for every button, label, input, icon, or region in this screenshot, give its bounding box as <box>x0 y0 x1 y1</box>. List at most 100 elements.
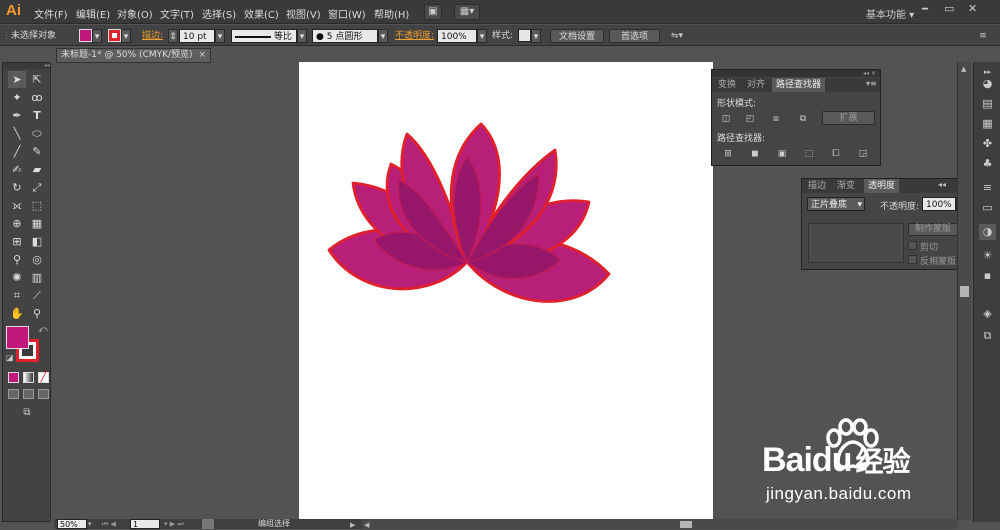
stroke-label[interactable]: 描边: <box>142 29 163 43</box>
none-mode-icon[interactable]: ╱ <box>38 372 49 383</box>
artboard-number-input[interactable]: 1 <box>130 519 160 529</box>
width-tool-icon[interactable]: ⟗ <box>8 197 26 214</box>
minus-front-icon[interactable]: ◰ <box>743 113 757 125</box>
expand-button[interactable]: 扩展 <box>822 111 875 125</box>
transparency-opacity-input[interactable]: 100% <box>922 197 956 211</box>
control-menu-icon[interactable]: ≡ <box>976 29 990 43</box>
gradient-tool-icon[interactable]: ◧ <box>28 233 46 250</box>
rotate-tool-icon[interactable]: ↻ <box>8 179 26 196</box>
menu-type[interactable]: 文字(T) <box>160 6 194 21</box>
fill-swatch[interactable] <box>79 29 92 42</box>
scroll-up-icon[interactable]: ▲ <box>961 65 966 73</box>
draw-behind-icon[interactable] <box>23 389 34 399</box>
trim-icon[interactable]: ◼ <box>748 148 762 160</box>
direct-selection-tool-icon[interactable]: ⇱ <box>28 71 46 88</box>
fill-dropdown-icon[interactable]: ▾ <box>92 29 102 43</box>
paintbrush-tool-icon[interactable]: ╱ <box>8 143 26 160</box>
artboard-tool-icon[interactable]: ⌗ <box>8 287 26 304</box>
pathfinder-menu-icon[interactable]: ▾≡ <box>866 79 877 88</box>
lotus-artwork[interactable] <box>299 62 713 520</box>
magic-wand-tool-icon[interactable]: ✦ <box>8 89 26 106</box>
horizontal-scroll-thumb[interactable] <box>680 521 692 528</box>
artboard[interactable] <box>299 62 713 520</box>
vertical-scroll-thumb[interactable] <box>960 286 969 297</box>
hand-tool-icon[interactable]: ✋ <box>8 305 26 322</box>
arrange-documents-icon[interactable]: ▦▾ <box>454 4 480 20</box>
eraser-tool-icon[interactable]: ▰ <box>28 161 46 178</box>
brush-definition[interactable]: ● 5 点圆形 <box>312 29 378 43</box>
mesh-tool-icon[interactable]: ⊞ <box>8 233 26 250</box>
menu-edit[interactable]: 编辑(E) <box>76 6 110 21</box>
menu-select[interactable]: 选择(S) <box>202 6 236 21</box>
bridge-icon[interactable]: ▣ <box>424 4 442 20</box>
intersect-icon[interactable]: ⧈ <box>769 113 783 125</box>
style-dropdown-icon[interactable]: ▾ <box>531 29 541 43</box>
blend-mode-select[interactable]: 正片叠底 ▾ <box>807 197 865 211</box>
ellipse-tool-icon[interactable]: ⬭ <box>28 125 46 142</box>
symbols-panel-icon[interactable]: ♣ <box>979 156 996 172</box>
opacity-input[interactable]: 100% <box>437 29 477 43</box>
tab-transform[interactable]: 变换 <box>714 78 740 92</box>
document-tab[interactable]: 未标题-1* @ 50% (CMYK/预览) × <box>56 48 211 63</box>
free-transform-tool-icon[interactable]: ⬚ <box>28 197 46 214</box>
screen-mode-icon[interactable]: ⧉ <box>18 407 36 419</box>
stroke-weight-input[interactable]: 10 pt <box>179 29 215 43</box>
tab-transparency[interactable]: 透明度 <box>864 179 900 193</box>
stroke-swatch[interactable] <box>108 29 121 42</box>
menu-help[interactable]: 帮助(H) <box>374 6 409 21</box>
tab-align[interactable]: 对齐 <box>743 78 769 92</box>
opacity-label[interactable]: 不透明度: <box>395 29 434 43</box>
menu-object[interactable]: 对象(O) <box>117 6 153 21</box>
selection-tool-icon[interactable]: ➤ <box>8 71 26 88</box>
eyedropper-tool-icon[interactable]: ⚲ <box>8 251 26 268</box>
draw-normal-icon[interactable] <box>8 389 19 399</box>
swap-colors-icon[interactable]: ⤺ <box>38 325 48 335</box>
lasso-tool-icon[interactable]: ꝏ <box>28 89 46 106</box>
outline-icon[interactable]: ⧠ <box>829 148 843 160</box>
horizontal-scrollbar[interactable]: ◀ <box>362 519 957 529</box>
draw-inside-icon[interactable] <box>38 389 49 399</box>
shape-builder-tool-icon[interactable]: ⊕ <box>8 215 26 232</box>
merge-icon[interactable]: ▣ <box>775 148 789 160</box>
document-setup-button[interactable]: 文档设置 <box>550 29 604 43</box>
pen-tool-icon[interactable]: ✒ <box>8 107 26 124</box>
crop-icon[interactable]: ⬚ <box>802 148 816 160</box>
invert-mask-checkbox[interactable] <box>908 255 917 264</box>
workspace-switcher[interactable]: 基本功能 ▾ <box>866 6 914 21</box>
variable-width-profile[interactable]: 等比 <box>231 29 297 43</box>
appearance-panel-icon[interactable]: ☀ <box>979 248 996 264</box>
type-tool-icon[interactable]: T <box>28 107 46 124</box>
pathfinder-panel-header-icon[interactable]: ◂◂ ✕ <box>712 70 880 77</box>
opacity-dropdown-icon[interactable]: ▾ <box>477 29 487 43</box>
status-menu-icon[interactable] <box>202 519 214 529</box>
transparency-collapse-icon[interactable]: ◂◂ <box>938 180 946 189</box>
menu-effect[interactable]: 效果(C) <box>244 6 279 21</box>
stroke-weight-dropdown-icon[interactable]: ▾ <box>215 29 225 43</box>
color-panel-icon[interactable]: ◕ <box>979 76 996 92</box>
stroke-dropdown-icon[interactable]: ▾ <box>121 29 131 43</box>
color-mode-icon[interactable] <box>8 372 19 383</box>
first-artboard-icon[interactable]: ⏮ ◀ <box>102 519 116 529</box>
brush-dropdown-icon[interactable]: ▾ <box>378 29 388 43</box>
slice-tool-icon[interactable]: ⟋ <box>28 287 46 304</box>
layers-panel-icon[interactable]: ◈ <box>979 306 996 322</box>
color-guide-icon[interactable]: ▤ <box>979 96 996 112</box>
symbol-sprayer-tool-icon[interactable]: ✺ <box>8 269 26 286</box>
menu-view[interactable]: 视图(V) <box>286 6 321 21</box>
tab-stroke[interactable]: 描边 <box>804 179 830 193</box>
minimize-icon[interactable]: ━ <box>922 4 938 18</box>
stroke-panel-icon[interactable]: ≡ <box>979 180 996 196</box>
blend-tool-icon[interactable]: ◎ <box>28 251 46 268</box>
transparency-panel-icon[interactable]: ◑ <box>979 224 996 240</box>
close-icon[interactable]: ✕ <box>968 2 984 16</box>
clip-checkbox[interactable] <box>908 241 917 250</box>
preferences-button[interactable]: 首选项 <box>609 29 660 43</box>
gradient-mode-icon[interactable] <box>23 372 34 383</box>
brushes-panel-icon[interactable]: ✤ <box>979 136 996 152</box>
next-artboard-icon[interactable]: ▾ ▶ ⏭ <box>164 519 184 529</box>
dock-collapse-icon[interactable]: ▸▸ <box>979 64 996 76</box>
make-mask-button[interactable]: 制作蒙版 <box>908 223 958 236</box>
scale-tool-icon[interactable]: ⤢ <box>28 179 46 196</box>
swatches-panel-icon[interactable]: ▦ <box>979 116 996 132</box>
menu-file[interactable]: 文件(F) <box>34 6 68 21</box>
